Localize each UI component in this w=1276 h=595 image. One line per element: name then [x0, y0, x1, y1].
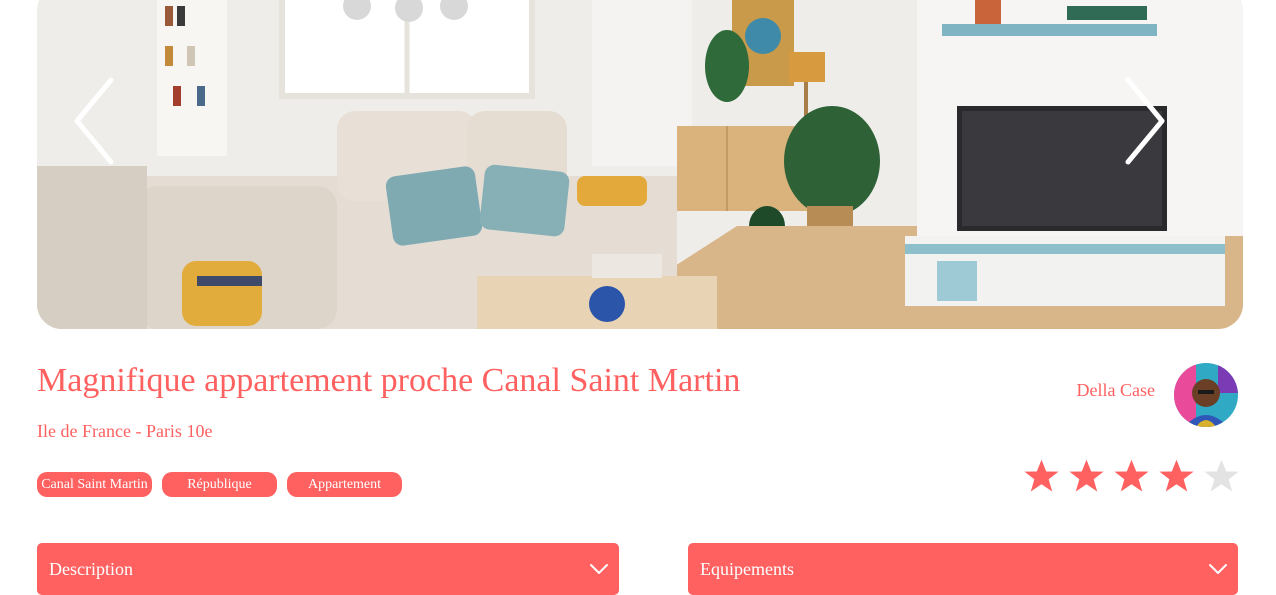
host-name: Della Case	[1076, 380, 1155, 400]
star-icon	[1024, 459, 1059, 492]
listing-location: Ile de France - Paris 10e	[37, 421, 213, 441]
description-label: Description	[49, 558, 133, 579]
tag-appartement: Appartement	[287, 472, 402, 497]
carousel-next-button[interactable]	[1120, 76, 1168, 166]
equipements-toggle[interactable]: Equipements	[688, 543, 1238, 595]
tag-republique: République	[162, 472, 277, 497]
carousel-prev-button[interactable]	[71, 76, 119, 166]
description-toggle[interactable]: Description	[37, 543, 619, 595]
chevron-right-icon	[1125, 77, 1165, 165]
listing-title: Magnifique appartement proche Canal Sain…	[37, 362, 741, 399]
chevron-left-icon	[74, 77, 114, 165]
star-icon	[1069, 459, 1104, 492]
photo-carousel	[37, 0, 1243, 329]
star-icon	[1204, 459, 1239, 492]
tag-list: Canal Saint Martin République Appartemen…	[37, 472, 402, 497]
equipements-label: Equipements	[700, 558, 794, 579]
host-avatar-image	[1174, 363, 1238, 427]
star-icon	[1114, 459, 1149, 492]
chevron-down-icon	[590, 564, 608, 574]
rating-stars	[1022, 455, 1241, 497]
chevron-down-icon	[1209, 564, 1227, 574]
star-icon	[1159, 459, 1194, 492]
host-avatar	[1174, 363, 1238, 427]
apartment-photo	[37, 0, 1243, 329]
tag-canal-saint-martin: Canal Saint Martin	[37, 472, 152, 497]
